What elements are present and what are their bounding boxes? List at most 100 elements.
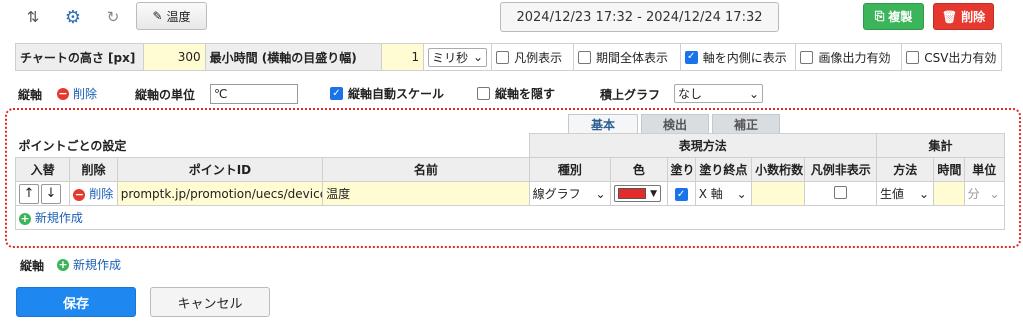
type-header: 種別 — [528, 157, 612, 182]
duplicate-button[interactable]: ⎘ 複製 — [863, 3, 924, 30]
swap-cell: ↑ ↓ — [14, 181, 71, 206]
min-time-input[interactable]: 1 — [382, 44, 425, 70]
min-time-unit-cell: ミリ秒 ⌄ — [424, 44, 493, 70]
minus-circle-icon: − — [57, 86, 69, 100]
new-point-row: + 新規作成 — [15, 205, 1005, 230]
table-header-row-1: ポイントごとの設定 表現方法 集計 — [15, 133, 1005, 158]
chevron-down-icon: ⌄ — [595, 186, 606, 201]
axis-inside-label: 軸を内側に表示 — [702, 50, 787, 65]
csv-output-label: CSV出力有効 — [924, 50, 997, 65]
hide-legend-header: 凡例非表示 — [804, 157, 878, 182]
table-row: ↑ ↓ − 削除 promptk.jp/promotion/uecs/device… — [14, 181, 1006, 206]
axis-footer-label: 縦軸 — [20, 259, 45, 273]
chevron-down-icon: ⌄ — [989, 186, 1000, 201]
date-range-button[interactable]: 2024/12/23 17:32 - 2024/12/24 17:32 — [500, 2, 779, 32]
tab-detection[interactable]: 検出 — [641, 114, 709, 134]
unit-cell: 分 ⌄ — [963, 181, 1006, 206]
auto-scale-toggle[interactable]: ✓ 縦軸自動スケール — [330, 85, 444, 102]
axis-unit-input[interactable]: ℃ — [210, 84, 298, 104]
plus-circle-icon: + — [19, 212, 31, 225]
stack-graph-select[interactable]: なし ⌄ — [674, 84, 763, 103]
fill-checkbox[interactable]: ✓ — [674, 188, 688, 202]
full-period-toggle[interactable]: 期間全体表示 — [574, 44, 681, 70]
points-table: ポイントごとの設定 表現方法 集計 入替 削除 ポイントID 名前 種別 色 塗… — [14, 133, 1006, 230]
sort-icon[interactable]: ⇅ — [20, 4, 46, 30]
point-section-title: ポイントごとの設定 — [15, 133, 530, 158]
move-up-button[interactable]: ↑ — [19, 183, 39, 204]
fill-end-header: 塗り終点 — [694, 157, 753, 182]
plus-circle-icon: + — [57, 257, 69, 271]
color-picker[interactable]: ▼ — [614, 185, 662, 202]
color-cell: ▼ — [610, 181, 668, 206]
csv-output-toggle[interactable]: CSV出力有効 — [902, 44, 1001, 70]
unit-header: 単位 — [963, 157, 1006, 182]
min-time-unit-value: ミリ秒 — [432, 50, 469, 65]
fill-header: 塗り — [666, 157, 696, 182]
refresh-icon[interactable]: ↻ — [100, 4, 126, 30]
unit-select[interactable]: 分 ⌄ — [967, 184, 1000, 203]
new-axis-label: 新規作成 — [73, 258, 122, 272]
chevron-down-icon: ⌄ — [918, 186, 930, 201]
full-period-label: 期間全体表示 — [595, 50, 668, 65]
cancel-button[interactable]: キャンセル — [150, 287, 270, 317]
temperature-edit-button[interactable]: ✎ 温度 — [136, 2, 207, 30]
gear-icon[interactable]: ⚙ — [60, 4, 86, 30]
move-down-button[interactable]: ↓ — [41, 183, 61, 204]
stack-graph-label: 積上グラフ — [600, 88, 661, 102]
method-value: 生値 — [880, 187, 905, 201]
swap-header: 入替 — [14, 157, 71, 182]
new-point-cell[interactable]: + 新規作成 — [15, 205, 1005, 230]
fill-cell: ✓ — [666, 181, 696, 206]
color-header: 色 — [610, 157, 668, 182]
unit-value: 分 — [967, 187, 980, 201]
date-range-label: 2024/12/23 17:32 - 2024/12/24 17:32 — [516, 9, 763, 25]
delete-chart-button[interactable]: 🗑 削除 — [933, 3, 994, 30]
row-delete-cell[interactable]: − 削除 — [69, 181, 118, 206]
type-value: 線グラフ — [532, 187, 581, 201]
axis-label: 縦軸 — [18, 88, 43, 102]
point-id-input[interactable]: promptk.jp/promotion/uecs/device — [116, 181, 324, 206]
decimals-header: 小数桁数 — [751, 157, 806, 182]
chevron-down-icon: ⌄ — [736, 186, 747, 201]
method-select[interactable]: 生値 ⌄ — [880, 184, 930, 203]
image-output-toggle[interactable]: 画像出力有効 — [796, 44, 903, 70]
type-select[interactable]: 線グラフ ⌄ — [532, 184, 606, 203]
triangle-down-icon: ▼ — [650, 188, 658, 199]
point-name-input[interactable]: 温度 — [322, 181, 530, 206]
legend-checkbox[interactable] — [496, 50, 510, 64]
legend-toggle[interactable]: 凡例表示 — [492, 44, 574, 70]
axis-inside-toggle[interactable]: ✓ 軸を内側に表示 — [681, 44, 797, 70]
hide-axis-checkbox[interactable] — [477, 87, 490, 100]
new-point-label: 新規作成 — [34, 211, 83, 225]
fill-end-value: X 軸 — [698, 187, 723, 201]
chart-height-input[interactable]: 300 — [143, 44, 206, 70]
method-cell: 生値 ⌄ — [876, 181, 935, 206]
axis-delete-link[interactable]: − 削除 — [57, 85, 97, 102]
save-button[interactable]: 保存 — [16, 287, 136, 317]
decimals-input[interactable] — [751, 181, 806, 206]
min-time-unit-select[interactable]: ミリ秒 ⌄ — [428, 47, 488, 67]
chart-settings-strip: チャートの高さ [px] 300 最小時間 (横軸の目盛り幅) 1 ミリ秒 ⌄ … — [15, 43, 1002, 71]
new-axis-link[interactable]: + 新規作成 — [57, 256, 121, 273]
trash-icon: 🗑 — [941, 9, 958, 24]
hide-axis-toggle[interactable]: 縦軸を隠す — [477, 85, 555, 102]
legend-label: 凡例表示 — [514, 50, 563, 65]
image-output-label: 画像出力有効 — [818, 50, 891, 65]
full-period-checkbox[interactable] — [577, 50, 591, 64]
hide-legend-checkbox[interactable] — [834, 185, 848, 199]
chevron-down-icon: ⌄ — [473, 50, 484, 64]
csv-output-checkbox[interactable] — [906, 50, 920, 64]
table-header-row-2: 入替 削除 ポイントID 名前 種別 色 塗り 塗り終点 小数桁数 凡例非表示 … — [14, 157, 1006, 182]
pencil-icon: ✎ — [152, 9, 163, 23]
tab-correction[interactable]: 補正 — [712, 114, 780, 134]
image-output-checkbox[interactable] — [800, 50, 814, 64]
hide-legend-cell — [804, 181, 878, 206]
tab-basic[interactable]: 基本 — [568, 114, 638, 134]
axis-unit-label: 縦軸の単位 — [135, 88, 196, 102]
axis-inside-checkbox[interactable]: ✓ — [684, 50, 698, 64]
color-swatch — [618, 188, 647, 199]
fill-end-select[interactable]: X 軸 ⌄ — [698, 184, 747, 203]
time-input[interactable] — [933, 181, 965, 206]
auto-scale-checkbox[interactable]: ✓ — [330, 87, 343, 100]
min-time-label: 最小時間 (横軸の目盛り幅) — [205, 44, 383, 70]
